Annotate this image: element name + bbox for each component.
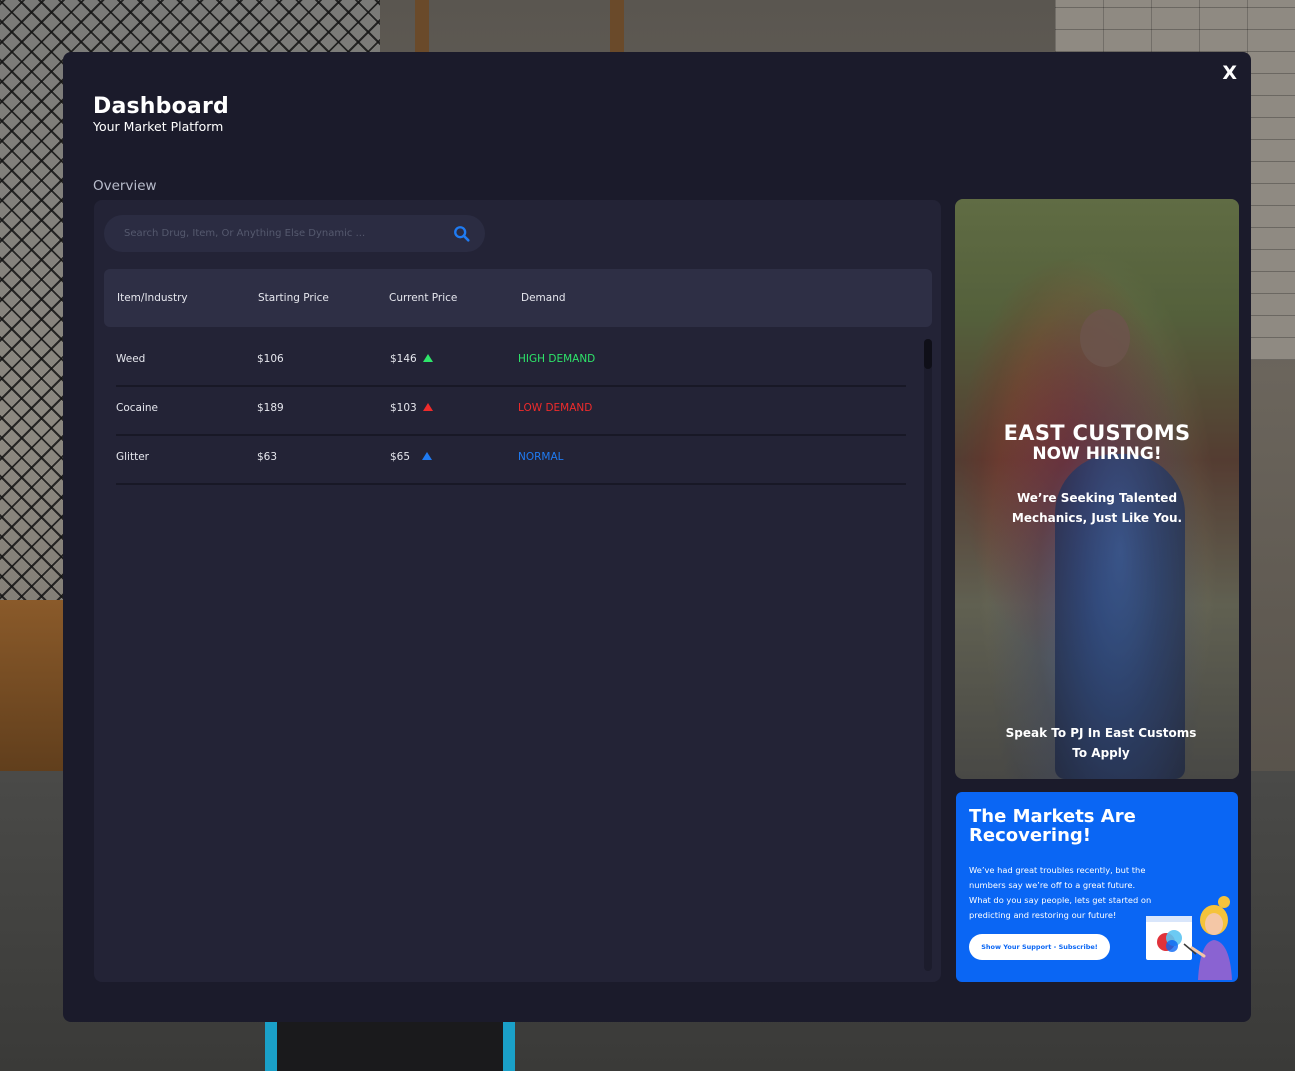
demand-status: NORMAL (518, 451, 564, 463)
ad-overlay (955, 199, 1239, 779)
subscribe-button[interactable]: Show Your Support - Subscribe! (969, 934, 1110, 960)
table-row[interactable]: Weed $106 $146 HIGH DEMAND (116, 338, 906, 387)
page-title: Dashboard (93, 94, 229, 119)
table-row[interactable]: Glitter $63 $65 NORMAL (116, 436, 906, 485)
promo-body-line: predicting and restoring our future! (969, 910, 1117, 920)
column-starting-price: Starting Price (258, 292, 329, 304)
ad-footer-line: To Apply (1072, 746, 1130, 760)
current-price-cell: $146 (390, 353, 433, 365)
ad-subheading: NOW HIRING! (1032, 444, 1162, 464)
promo-title-line: The Markets Are (969, 806, 1136, 827)
column-item: Item/Industry (117, 292, 188, 304)
door-frame (415, 0, 429, 60)
trend-up-icon (422, 403, 433, 411)
presenter-illustration-icon (1146, 896, 1232, 980)
starting-price: $63 (257, 451, 278, 463)
column-demand: Demand (521, 292, 566, 304)
table-body: Weed $106 $146 HIGH DEMAND Cocaine $189 … (116, 338, 906, 485)
ad-heading: EAST CUSTOMS (1003, 421, 1191, 445)
item-name: Glitter (116, 451, 149, 463)
promo-title: The Markets Are Recovering! (969, 807, 1136, 845)
search-icon[interactable] (453, 225, 471, 243)
current-price: $146 (390, 353, 417, 365)
demand-status: HIGH DEMAND (518, 353, 596, 365)
table-row[interactable]: Cocaine $189 $103 LOW DEMAND (116, 387, 906, 436)
market-recovery-card: The Markets Are Recovering! We’ve had gr… (956, 792, 1238, 982)
section-title: Overview (93, 178, 157, 194)
current-price-cell: $65 (390, 451, 433, 463)
item-name: Weed (116, 353, 146, 365)
current-price: $103 (390, 402, 417, 414)
close-button[interactable]: X (1222, 62, 1237, 84)
page-subtitle: Your Market Platform (93, 119, 224, 134)
search-bar[interactable] (104, 215, 485, 252)
column-current-price: Current Price (389, 292, 458, 304)
market-table-card: Item/Industry Starting Price Current Pri… (94, 200, 941, 982)
promo-title-line: Recovering! (969, 825, 1092, 846)
starting-price: $106 (257, 353, 284, 365)
search-input[interactable] (124, 228, 453, 239)
current-price: $65 (390, 451, 411, 463)
ad-text-line: Mechanics, Just Like You. (1011, 511, 1183, 525)
player-shoes (265, 1020, 515, 1071)
dashboard-panel: X Dashboard Your Market Platform Overvie… (63, 52, 1251, 1022)
trend-up-icon (422, 452, 433, 460)
ad-footer-line: Speak To PJ In East Customs (1005, 726, 1197, 740)
starting-price: $189 (257, 402, 284, 414)
door-frame (610, 0, 624, 60)
promo-body-line: We’ve had great troubles recently, but t… (969, 865, 1146, 875)
table-scrollbar[interactable] (924, 339, 932, 971)
east-customs-ad[interactable]: EAST CUSTOMS NOW HIRING! We’re Seeking T… (955, 199, 1239, 779)
table-header: Item/Industry Starting Price Current Pri… (104, 269, 932, 327)
demand-status: LOW DEMAND (518, 402, 593, 414)
promo-body-line: numbers say we’re off to a great future. (969, 880, 1136, 890)
ad-text-line: We’re Seeking Talented (1016, 491, 1178, 505)
promo-body-line: What do you say people, lets get started… (969, 895, 1152, 905)
scrollbar-thumb[interactable] (924, 339, 932, 369)
item-name: Cocaine (116, 402, 158, 414)
current-price-cell: $103 (390, 402, 433, 414)
promo-body: We’ve had great troubles recently, but t… (969, 863, 1159, 923)
trend-up-icon (422, 354, 433, 362)
